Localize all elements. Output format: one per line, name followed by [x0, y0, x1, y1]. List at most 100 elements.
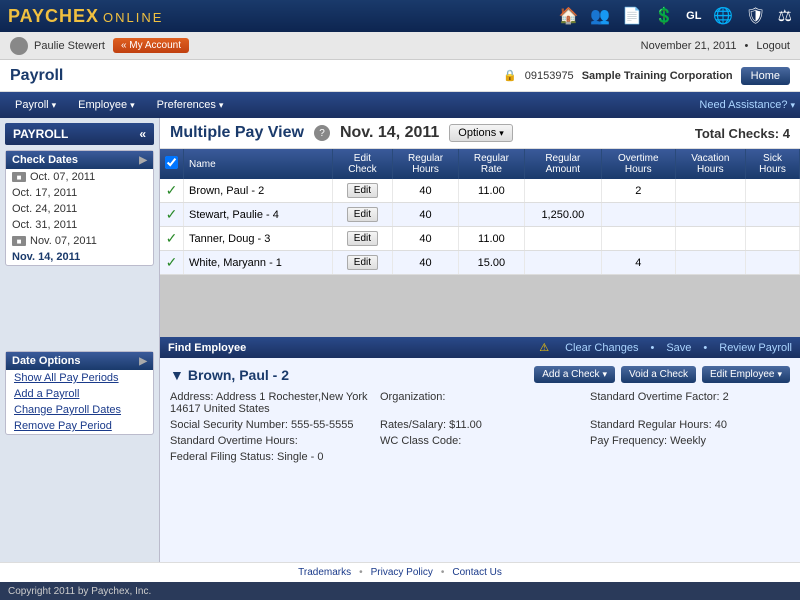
check-date-item[interactable]: Nov. 14, 2011 — [6, 249, 153, 265]
row-checkbox-cell: ✓ — [160, 179, 184, 203]
people-icon[interactable]: 👥 — [590, 6, 610, 26]
edit-employee-button[interactable]: Edit Employee ▾ — [702, 366, 790, 383]
employee-details-grid: Address: Address 1 Rochester,New York 14… — [170, 391, 790, 463]
nav-payroll[interactable]: Payroll ▾ — [5, 96, 66, 114]
current-date: November 21, 2011 — [641, 40, 737, 52]
sidebar-collapse-icon[interactable]: « — [139, 127, 146, 141]
nav-employee[interactable]: Employee ▾ — [68, 96, 144, 114]
row-ot-hours-0: 2 — [601, 179, 675, 203]
remove-pay-period[interactable]: Remove Pay Period — [6, 418, 153, 434]
pay-table: Name EditCheck RegularHours RegularRate … — [160, 149, 800, 275]
clear-changes-link[interactable]: Clear Changes — [565, 342, 638, 354]
pay-table-wrapper: Name EditCheck RegularHours RegularRate … — [160, 149, 800, 337]
nav-assistance[interactable]: Need Assistance? ▾ — [699, 99, 795, 111]
user-name: Paulie Stewert — [34, 40, 105, 52]
pay-table-body: ✓ Brown, Paul - 2 Edit 40 11.00 2 ✓ Stew… — [160, 179, 800, 275]
address-field: Address: Address 1 Rochester,New York 14… — [170, 391, 370, 415]
review-payroll-link[interactable]: Review Payroll — [719, 342, 792, 354]
edit-button-1[interactable]: Edit — [347, 207, 378, 222]
shield-icon[interactable]: 🛡 — [745, 6, 765, 26]
sidebar-title: PAYROLL « — [5, 123, 154, 145]
check-dates-arrow: ▶ — [139, 155, 147, 166]
date-options-header[interactable]: Date Options ▶ — [6, 352, 153, 370]
row-check-1[interactable]: ✓ — [166, 206, 178, 222]
row-sick-hours-1 — [746, 203, 800, 227]
footer-sep-1: • — [359, 567, 363, 578]
row-vac-hours-1 — [675, 203, 745, 227]
footer-sep-2: • — [441, 567, 445, 578]
row-check-3[interactable]: ✓ — [166, 254, 178, 270]
row-reg-hours-0: 40 — [393, 179, 459, 203]
nav-preferences[interactable]: Preferences ▾ — [147, 96, 234, 114]
logo: PAYCHEXONLINE — [8, 6, 163, 27]
date-logout-bar: November 21, 2011 • Logout — [641, 40, 790, 52]
row-reg-rate-1 — [458, 203, 524, 227]
check-date-item[interactable]: ■ Oct. 07, 2011 — [6, 169, 153, 185]
table-header: Name EditCheck RegularHours RegularRate … — [160, 149, 800, 179]
row-check-0[interactable]: ✓ — [166, 182, 178, 198]
find-employee-label: Find Employee — [168, 342, 246, 354]
ot-hours-header: OvertimeHours — [601, 149, 675, 179]
company-name: Sample Training Corporation — [582, 70, 733, 82]
home-button[interactable]: Home — [741, 67, 790, 85]
add-payroll[interactable]: Add a Payroll — [6, 386, 153, 402]
row-reg-hours-1: 40 — [393, 203, 459, 227]
row-name-3: White, Maryann - 1 — [184, 251, 333, 275]
header-icons: 🏠 👥 📄 💲 GL 🌐 🛡 ⚖ — [558, 6, 792, 26]
edit-button-0[interactable]: Edit — [347, 183, 378, 198]
add-check-button[interactable]: Add a Check ▾ — [534, 366, 615, 383]
globe-icon[interactable]: 🌐 — [713, 6, 733, 26]
contact-us-link[interactable]: Contact Us — [452, 567, 501, 578]
my-account-button[interactable]: « My Account — [113, 38, 189, 53]
table-row: ✓ Tanner, Doug - 3 Edit 40 11.00 — [160, 227, 800, 251]
edit-button-3[interactable]: Edit — [347, 255, 378, 270]
table-row: ✓ Brown, Paul - 2 Edit 40 11.00 2 — [160, 179, 800, 203]
ssn-field: Social Security Number: 555-55-5555 — [170, 419, 370, 431]
employee-dropdown-arrow: ▾ — [130, 100, 135, 111]
home-nav-icon[interactable]: 🏠 — [558, 6, 578, 26]
reg-hours-header: RegularHours — [393, 149, 459, 179]
save-link[interactable]: Save — [666, 342, 691, 354]
employee-name-row: ▼ Brown, Paul - 2 Add a Check ▾ Void a C… — [170, 366, 790, 383]
lock-icon: 🔒 — [503, 69, 517, 82]
row-edit-1: Edit — [332, 203, 392, 227]
row-vac-hours-0 — [675, 179, 745, 203]
show-all-pay-periods[interactable]: Show All Pay Periods — [6, 370, 153, 386]
scale-icon[interactable]: ⚖ — [778, 6, 792, 26]
privacy-policy-link[interactable]: Privacy Policy — [371, 567, 433, 578]
date-options-section: Date Options ▶ Show All Pay Periods Add … — [5, 351, 154, 435]
doc-icon[interactable]: 📄 — [622, 6, 642, 26]
help-icon[interactable]: ? — [314, 125, 330, 141]
row-checkbox-cell: ✓ — [160, 251, 184, 275]
select-all-checkbox[interactable] — [165, 156, 178, 169]
check-date-item[interactable]: Oct. 24, 2011 — [6, 201, 153, 217]
row-edit-3: Edit — [332, 251, 392, 275]
vac-hours-header: VacationHours — [675, 149, 745, 179]
dollar-icon[interactable]: 💲 — [654, 6, 674, 26]
row-checkbox-cell: ✓ — [160, 203, 184, 227]
logout-link[interactable]: Logout — [756, 40, 790, 52]
edit-button-2[interactable]: Edit — [347, 231, 378, 246]
select-all-header — [160, 149, 184, 179]
row-reg-amount-0 — [524, 179, 601, 203]
void-check-button[interactable]: Void a Check — [621, 366, 696, 383]
check-date-item[interactable]: Oct. 17, 2011 — [6, 185, 153, 201]
change-payroll-dates[interactable]: Change Payroll Dates — [6, 402, 153, 418]
check-dates-header[interactable]: Check Dates ▶ — [6, 151, 153, 169]
row-name-1: Stewart, Paulie - 4 — [184, 203, 333, 227]
check-date-item[interactable]: ■ Nov. 07, 2011 — [6, 233, 153, 249]
add-check-arrow: ▾ — [603, 369, 608, 380]
trademarks-link[interactable]: Trademarks — [298, 567, 351, 578]
options-button[interactable]: Options ▾ — [449, 124, 512, 142]
name-column-header: Name — [184, 149, 333, 179]
gl-icon[interactable]: GL — [686, 10, 701, 22]
employee-name-text: ▼ Brown, Paul - 2 — [170, 367, 289, 383]
check-date-item[interactable]: Oct. 31, 2011 — [6, 217, 153, 233]
assistance-dropdown-arrow: ▾ — [790, 100, 795, 111]
preferences-dropdown-arrow: ▾ — [219, 100, 224, 111]
footer-links: Trademarks • Privacy Policy • Contact Us — [298, 567, 502, 578]
check-dates-section: Check Dates ▶ ■ Oct. 07, 2011 Oct. 17, 2… — [5, 150, 154, 266]
fed-filing-field: Federal Filing Status: Single - 0 — [170, 451, 370, 463]
row-check-2[interactable]: ✓ — [166, 230, 178, 246]
emp-arrow-icon: ▼ — [170, 367, 184, 383]
